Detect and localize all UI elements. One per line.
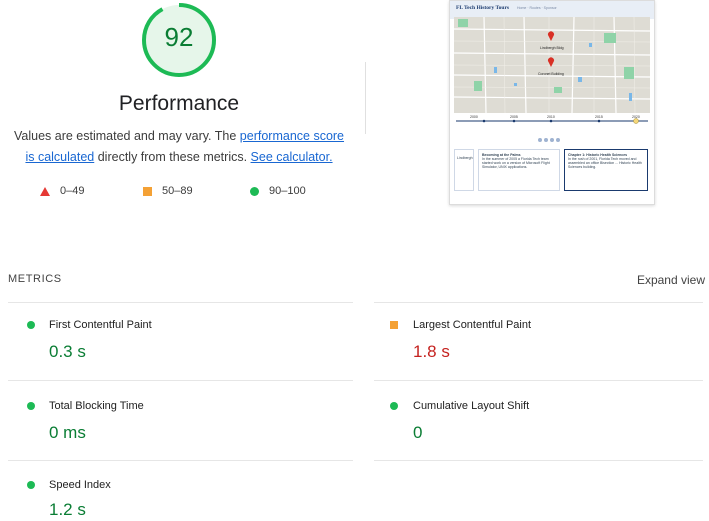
performance-score: 92 — [164, 22, 194, 52]
metric-si-value: 1.2 s — [49, 500, 86, 519]
category-title: Performance — [118, 92, 240, 115]
metric-tbt-value: 0 ms — [49, 423, 86, 442]
legend-average-range: 50–89 — [162, 185, 193, 197]
divider — [374, 302, 703, 303]
metric-si-label: Speed Index — [49, 479, 111, 491]
metric-lcp-value: 1.8 s — [413, 342, 450, 361]
svg-text:2005: 2005 — [510, 115, 518, 119]
see-calculator-link[interactable]: See calculator. — [251, 150, 333, 164]
site-cards: Lindbergh Becoming at the Palms In the s… — [454, 149, 650, 191]
carousel-dots — [538, 138, 560, 142]
square-icon — [143, 186, 152, 196]
legend-fail-range: 0–49 — [60, 185, 85, 197]
metric-tbt-label: Total Blocking Time — [49, 400, 144, 412]
pass-circle-icon — [27, 402, 35, 410]
site-timeline: 2000 2005 2010 2015 2020 — [454, 115, 650, 131]
legend-pass-range: 90–100 — [269, 185, 306, 197]
metrics-heading: METRICS — [8, 273, 62, 285]
legend-pass: 90–100 — [250, 185, 306, 197]
average-square-icon — [390, 321, 398, 329]
svg-text:2015: 2015 — [595, 115, 603, 119]
legend-average: 50–89 — [143, 185, 193, 197]
site-title: FL Tech History Tours — [456, 5, 510, 11]
svg-text:Lindbergh Bldg: Lindbergh Bldg — [540, 46, 564, 50]
card1-body: In the summer of 2005 a Florida Tech tea… — [482, 157, 550, 169]
final-screenshot[interactable]: FL Tech History Tours Home · Routes · Sp… — [449, 0, 655, 205]
card2-body: In the rush of 2001, Florida Tech moved … — [568, 157, 642, 169]
svg-text:2010: 2010 — [547, 115, 555, 119]
pass-circle-icon — [27, 321, 35, 329]
triangle-icon — [40, 186, 50, 196]
divider — [8, 380, 353, 381]
svg-text:2000: 2000 — [470, 115, 478, 119]
score-description: Values are estimated and may vary. The p… — [10, 126, 348, 168]
divider — [374, 380, 703, 381]
card-left-label: Lindbergh — [457, 156, 473, 160]
desc-text-1: Values are estimated and may vary. The — [13, 129, 240, 143]
svg-text:Coronet Building: Coronet Building — [538, 72, 564, 76]
metric-cls-value: 0 — [413, 423, 423, 442]
circle-icon — [250, 186, 259, 196]
map-graphic: Lindbergh Bldg Coronet Building — [454, 17, 650, 113]
pass-circle-icon — [390, 402, 398, 410]
site-nav: Home · Routes · Sponsor — [517, 6, 557, 10]
metric-fcp-label: First Contentful Paint — [49, 319, 152, 331]
metric-cls-label: Cumulative Layout Shift — [413, 400, 530, 412]
divider — [374, 460, 703, 461]
divider — [8, 460, 353, 461]
expand-view-toggle[interactable]: Expand view — [637, 273, 705, 287]
desc-text-2: directly from these metrics. — [94, 150, 251, 164]
metric-lcp-label: Largest Contentful Paint — [413, 319, 532, 331]
legend-fail: 0–49 — [40, 185, 84, 197]
metric-fcp-value: 0.3 s — [49, 342, 86, 361]
divider — [8, 302, 353, 303]
pass-circle-icon — [27, 481, 35, 489]
svg-text:2020: 2020 — [632, 115, 640, 119]
site-map: Lindbergh Bldg Coronet Building — [454, 17, 650, 113]
divider — [365, 62, 366, 134]
